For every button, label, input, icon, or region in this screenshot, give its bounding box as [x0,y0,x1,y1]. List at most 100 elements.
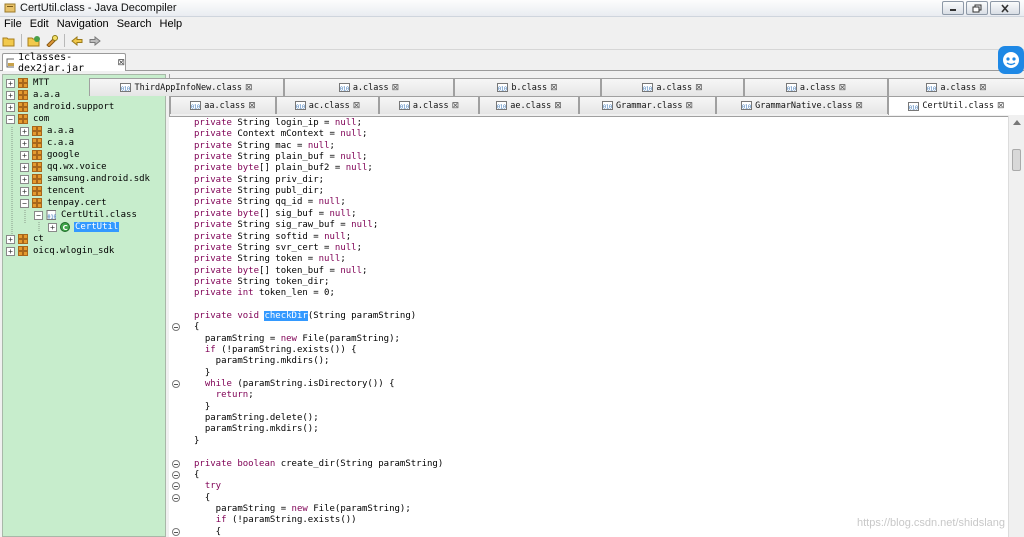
collapse-fold-icon[interactable] [172,482,180,491]
tab-close-icon[interactable]: ⊠ [452,101,460,111]
menu-navigation[interactable]: Navigation [53,17,113,32]
window-controls [942,1,1020,15]
tree-node[interactable]: + ct [6,233,45,245]
expand-icon[interactable]: + [6,246,15,256]
code-text: ; [356,242,363,253]
expand-icon[interactable]: + [20,150,29,160]
collapse-fold-icon[interactable] [172,380,180,389]
code-line: return; [194,390,254,401]
tree-node[interactable]: + google [20,149,81,161]
tree-node[interactable]: + MTT [6,77,50,89]
tab-close-icon[interactable]: ⊠ [979,83,987,93]
menu-file[interactable]: File [0,17,26,32]
expand-icon[interactable]: + [20,162,29,172]
editor-tab[interactable]: 010 a.class ⊠ [744,78,888,96]
code-line: paramString = new File(paramString); [194,334,400,345]
editor-tab[interactable]: 010 a.class ⊠ [379,96,479,114]
editor-tab[interactable]: 010 ae.class ⊠ [479,96,579,114]
package-tree: + MTT + a.a.a + android.support − com + a.a.a + c.a… [2,74,166,537]
editor-tab[interactable]: 010 a.class ⊠ [888,78,1024,96]
editor-tab[interactable]: 010 aa.class ⊠ [170,96,276,114]
expand-icon[interactable]: + [20,174,29,184]
editor-tab[interactable]: 010 Grammar.class ⊠ [579,96,716,114]
class-file-icon: 010 [642,83,654,92]
code-line: paramString.mkdirs(); [194,356,330,367]
archive-tab[interactable]: 1classes-dex2jar.jar ⊠ [2,52,126,74]
tab-close-icon[interactable]: ⊠ [353,101,361,111]
editor-tab[interactable]: 010 a.class ⊠ [601,78,744,96]
collapse-fold-icon[interactable] [172,459,180,468]
forward-button[interactable] [88,34,102,48]
tree-node[interactable]: + samsung.android.sdk [20,173,151,185]
tree-node[interactable]: + c.a.a [20,137,75,149]
open-file-button[interactable] [2,34,16,48]
collapse-fold-icon[interactable] [172,323,180,332]
menu-search[interactable]: Search [113,17,156,32]
editor-tab[interactable]: 010 ThirdAppInfoNew.class ⊠ [89,78,284,96]
collapse-fold-icon[interactable] [172,527,180,536]
code-line: { [194,527,221,537]
vertical-scrollbar[interactable] [1008,116,1024,537]
code-text: File(paramString); [302,333,400,344]
back-button[interactable] [70,34,84,48]
tree-node[interactable]: + android.support [6,101,115,113]
tab-close-icon[interactable]: ⊠ [839,83,847,93]
tab-close-icon[interactable]: ⊠ [855,101,863,111]
tree-node[interactable]: + a.a.a [20,125,75,137]
tab-close-icon[interactable]: ⊠ [550,83,558,93]
expand-icon[interactable]: + [6,90,15,100]
collapse-fold-icon[interactable] [172,493,180,502]
editor-tab[interactable]: 010 ac.class ⊠ [276,96,379,114]
editor-tab[interactable]: 010 CertUtil.class ⊠ [888,96,1024,115]
tab-close-icon[interactable]: ⊠ [685,101,693,111]
expand-icon[interactable]: + [20,186,29,196]
code-keyword: try [204,481,222,492]
tree-node[interactable]: + oicq.wlogin_sdk [6,245,115,257]
expand-icon[interactable]: + [6,78,15,88]
window-title: CertUtil.class - Java Decompiler [20,2,177,14]
tab-close-icon[interactable]: ⊠ [245,83,253,93]
class-file-icon: 010 [398,101,410,110]
tab-close-icon[interactable]: ⊠ [695,83,703,93]
expand-icon[interactable]: + [6,102,15,112]
editor-tab[interactable]: 010 GrammarNative.class ⊠ [716,96,888,114]
tab-close-icon[interactable]: ⊠ [554,101,562,111]
menu-help[interactable]: Help [156,17,187,32]
svg-text:010: 010 [498,87,507,93]
tab-close-icon[interactable]: ⊠ [997,101,1005,111]
expand-icon[interactable]: + [20,126,29,136]
tree-node-label: a.a.a [33,90,61,100]
tree-node[interactable]: −010 CertUtil.class [34,209,138,221]
code-text: (!paramString.exists()) [231,515,357,526]
restore-button[interactable] [966,1,988,15]
tree-node[interactable]: + C CertUtil [48,221,120,233]
scroll-up-icon[interactable] [1013,120,1021,125]
close-button[interactable] [990,1,1020,15]
tab-close-icon[interactable]: ⊠ [392,83,400,93]
toolbar-separator [64,34,65,47]
collapse-icon[interactable]: − [34,210,43,220]
tree-node[interactable]: − com [6,113,50,125]
tree-node[interactable]: + a.a.a [6,89,61,101]
expand-icon[interactable]: + [20,138,29,148]
editor-tab[interactable]: 010 b.class ⊠ [454,78,601,96]
tree-node[interactable]: + qq.wx.voice [20,161,108,173]
minimize-button[interactable] [942,1,964,15]
collapse-icon[interactable]: − [20,198,29,208]
tree-node[interactable]: + tencent [20,185,86,197]
archive-tab-close-icon[interactable]: ⊠ [117,58,125,68]
source-code-view[interactable]: private String login_ip = null; private C… [169,116,1011,537]
scrollbar-thumb[interactable] [1012,149,1021,171]
collapse-fold-icon[interactable] [172,470,180,479]
floating-assistant-icon[interactable] [996,44,1024,76]
menu-bar: File Edit Navigation Search Help [0,17,1024,32]
open-type-button[interactable] [27,34,41,48]
menu-edit[interactable]: Edit [26,17,53,32]
expand-icon[interactable]: + [48,222,57,232]
expand-icon[interactable]: + [6,234,15,244]
tab-close-icon[interactable]: ⊠ [248,101,256,111]
collapse-icon[interactable]: − [6,114,15,124]
tree-node[interactable]: − tenpay.cert [20,197,108,209]
editor-tab[interactable]: 010 a.class ⊠ [284,78,454,96]
search-button[interactable] [45,34,59,48]
